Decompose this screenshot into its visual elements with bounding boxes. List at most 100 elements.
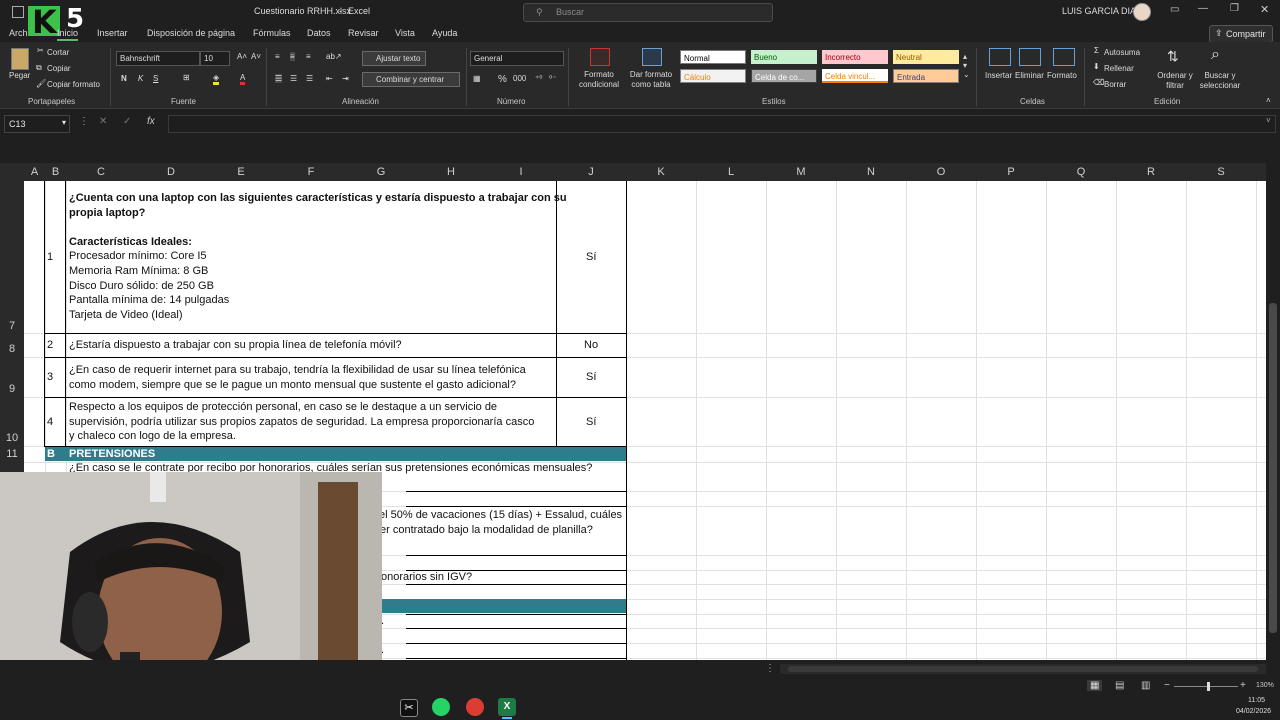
formula-input[interactable] bbox=[168, 115, 1276, 133]
tab-insert[interactable]: Insertar bbox=[97, 28, 128, 38]
style-calculation[interactable]: Cálculo bbox=[680, 69, 746, 83]
horizontal-scrollbar[interactable] bbox=[780, 664, 1266, 674]
zoom-slider-thumb[interactable] bbox=[1207, 682, 1210, 691]
conditional-format-icon[interactable] bbox=[590, 48, 610, 66]
style-bad[interactable]: Incorrecto bbox=[822, 50, 888, 64]
fill-icon[interactable]: ⬇ bbox=[1093, 62, 1100, 71]
format-cells-icon[interactable] bbox=[1053, 48, 1075, 66]
increase-indent-icon[interactable]: ⇥ bbox=[342, 74, 349, 83]
column-header-k[interactable]: K bbox=[626, 166, 696, 178]
quick-access-save-icon[interactable] bbox=[12, 6, 24, 18]
zoom-out-icon[interactable]: − bbox=[1164, 680, 1170, 691]
percent-icon[interactable]: % bbox=[498, 74, 507, 85]
column-header-a[interactable]: A bbox=[24, 166, 45, 178]
italic-button[interactable]: K bbox=[138, 74, 143, 83]
format-as-table-icon[interactable] bbox=[642, 48, 662, 66]
underline-button[interactable]: S bbox=[153, 74, 158, 83]
column-header-h[interactable]: H bbox=[416, 166, 486, 178]
clear-button[interactable]: Borrar bbox=[1104, 80, 1126, 89]
bold-button[interactable]: N bbox=[121, 74, 127, 83]
clear-icon[interactable]: ⌫ bbox=[1093, 78, 1104, 87]
chevron-down-icon[interactable]: ▾ bbox=[62, 118, 66, 127]
style-linked-cell[interactable]: Celda vincul... bbox=[822, 69, 888, 83]
collapse-ribbon-icon[interactable]: ˄ bbox=[1266, 96, 1271, 105]
whatsapp-taskbar-icon[interactable] bbox=[432, 698, 450, 716]
tab-view[interactable]: Vista bbox=[395, 28, 415, 38]
increase-decimal-icon[interactable]: ⁺⁰ bbox=[535, 74, 542, 83]
column-header-o[interactable]: O bbox=[906, 166, 976, 178]
column-header-r[interactable]: R bbox=[1116, 166, 1186, 178]
zoom-slider[interactable] bbox=[1174, 682, 1238, 691]
column-header-b[interactable]: B bbox=[45, 166, 66, 178]
align-center-icon[interactable]: ☰ bbox=[290, 74, 297, 83]
column-header-j[interactable]: J bbox=[556, 166, 626, 178]
decrease-decimal-icon[interactable]: ⁰⁻ bbox=[549, 74, 556, 83]
capcut-taskbar-icon[interactable]: ✂ bbox=[400, 699, 418, 717]
column-header-m[interactable]: M bbox=[766, 166, 836, 178]
column-header-i[interactable]: I bbox=[486, 166, 556, 178]
column-header-c[interactable]: C bbox=[66, 166, 136, 178]
avatar[interactable] bbox=[1133, 3, 1151, 21]
tab-page-layout[interactable]: Disposición de página bbox=[147, 28, 235, 38]
row-header-7[interactable]: 7 bbox=[0, 320, 24, 332]
find-select-button[interactable]: Buscar y seleccionar bbox=[1195, 71, 1245, 91]
tab-file[interactable]: Arch bbox=[9, 28, 28, 38]
row-header-11[interactable]: 11 bbox=[0, 448, 24, 460]
more-options-icon[interactable]: ⋮ bbox=[79, 116, 89, 127]
cut-icon[interactable]: ✂ bbox=[37, 46, 44, 55]
decrease-indent-icon[interactable]: ⇤ bbox=[326, 74, 333, 83]
column-header-s[interactable]: S bbox=[1186, 166, 1256, 178]
comma-style-icon[interactable]: 000 bbox=[513, 74, 526, 83]
column-header-g[interactable]: G bbox=[346, 166, 416, 178]
grow-font-icon[interactable]: A˄ bbox=[237, 52, 247, 61]
style-good[interactable]: Bueno bbox=[751, 50, 817, 64]
name-box[interactable]: C13 ▾ bbox=[4, 115, 70, 133]
font-color-icon[interactable]: A bbox=[240, 73, 246, 85]
autosum-button[interactable]: Autosuma bbox=[1104, 48, 1140, 57]
copy-button[interactable]: Copiar bbox=[47, 64, 71, 73]
column-header-e[interactable]: E bbox=[206, 166, 276, 178]
find-select-icon[interactable]: ⌕ bbox=[1211, 46, 1220, 64]
horizontal-scroll-thumb[interactable] bbox=[788, 666, 1258, 672]
expand-formula-icon[interactable]: ˅ bbox=[1266, 116, 1271, 125]
borders-icon[interactable]: ⊞ bbox=[183, 73, 190, 82]
align-top-icon[interactable]: ≡ bbox=[275, 52, 280, 61]
font-size-select[interactable]: 10 bbox=[200, 51, 230, 66]
tab-formulas[interactable]: Fórmulas bbox=[253, 28, 291, 38]
wrap-text-button[interactable]: Ajustar texto bbox=[362, 51, 426, 66]
ribbon-display-icon[interactable]: ▭ bbox=[1170, 4, 1179, 15]
conditional-format-button[interactable]: Formato condicional bbox=[576, 70, 622, 90]
chrome-taskbar-icon[interactable] bbox=[466, 698, 484, 716]
row-header-10[interactable]: 10 bbox=[0, 432, 24, 444]
format-painter-icon[interactable]: 🖌 bbox=[36, 79, 46, 88]
align-right-icon[interactable]: ☰ bbox=[306, 74, 313, 83]
vertical-scroll-thumb[interactable] bbox=[1269, 303, 1277, 633]
style-neutral[interactable]: Neutral bbox=[893, 50, 959, 64]
tab-data[interactable]: Datos bbox=[307, 28, 331, 38]
column-header-l[interactable]: L bbox=[696, 166, 766, 178]
style-input[interactable]: Entrada bbox=[893, 69, 959, 83]
row-header-8[interactable]: 8 bbox=[0, 343, 24, 355]
restore-icon[interactable]: ❐ bbox=[1230, 3, 1239, 14]
format-painter-button[interactable]: Copiar formato bbox=[47, 80, 100, 89]
paste-button[interactable]: Pegar bbox=[9, 71, 30, 80]
insert-cells-icon[interactable] bbox=[989, 48, 1011, 66]
orientation-icon[interactable]: ab↗ bbox=[326, 52, 342, 61]
align-middle-icon[interactable]: ≡ bbox=[290, 52, 295, 61]
number-format-select[interactable]: General bbox=[470, 51, 564, 66]
excel-taskbar-icon[interactable]: X bbox=[498, 698, 516, 716]
share-button[interactable]: ⇪ Compartir bbox=[1209, 25, 1273, 43]
shrink-font-icon[interactable]: A˅ bbox=[251, 52, 261, 61]
zoom-in-icon[interactable]: + bbox=[1240, 680, 1246, 691]
page-break-view-icon[interactable]: ▥ bbox=[1141, 680, 1150, 691]
delete-cells-button[interactable]: Eliminar bbox=[1015, 71, 1044, 80]
sort-filter-button[interactable]: Ordenar y filtrar bbox=[1156, 71, 1194, 91]
sheet-tabs-more-icon[interactable]: ⋮ bbox=[765, 663, 775, 674]
normal-view-icon[interactable]: ▦ bbox=[1087, 680, 1103, 691]
tab-home[interactable]: Inicio bbox=[57, 28, 79, 41]
cancel-icon[interactable]: ✕ bbox=[99, 116, 107, 127]
close-icon[interactable]: ✕ bbox=[1260, 3, 1269, 16]
column-header-n[interactable]: N bbox=[836, 166, 906, 178]
insert-function-icon[interactable]: fx bbox=[147, 116, 155, 127]
sort-filter-icon[interactable]: ⇅ bbox=[1167, 48, 1179, 65]
